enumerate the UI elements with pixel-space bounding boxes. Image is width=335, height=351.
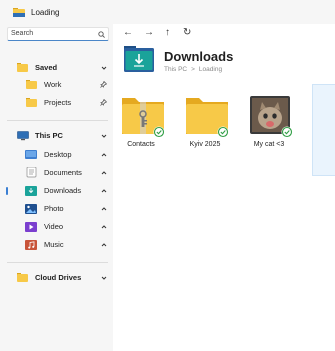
chevron-down-icon[interactable]	[101, 132, 107, 141]
search-input[interactable]: Search	[7, 27, 109, 41]
breadcrumb: This PC > Loading	[164, 66, 222, 73]
chevron-down-icon[interactable]	[101, 274, 107, 283]
section-label-this-pc: This PC	[35, 131, 63, 140]
search-placeholder: Search	[11, 30, 34, 37]
section-label-cloud-drives: Cloud Drives	[35, 273, 82, 282]
file-name: My cat <3	[253, 141, 285, 148]
sidebar-item-label: Video	[44, 222, 64, 231]
file-explorer-window: Loading Search Saved Work Projects This …	[0, 0, 335, 351]
downloads-icon	[25, 186, 37, 198]
cloud-folder-icon	[17, 273, 28, 284]
file-name: Kyiv 2025	[189, 141, 221, 148]
sidebar-item-photo[interactable]: Photo	[0, 201, 113, 217]
sidebar-item-label: Music	[44, 240, 64, 249]
breadcrumb-item[interactable]: This PC	[164, 66, 187, 73]
sidebar-item-music[interactable]: Music	[0, 237, 113, 253]
desktop-icon	[25, 150, 37, 161]
monitor-icon	[17, 131, 29, 143]
sidebar-item-label: Work	[44, 80, 62, 89]
folder-icon	[184, 94, 230, 140]
folder-icon	[13, 7, 25, 19]
sidebar-divider	[7, 262, 108, 263]
page-title: Downloads	[164, 49, 234, 64]
chevron-up-icon[interactable]	[101, 187, 107, 196]
sidebar-item-projects[interactable]: Projects	[0, 95, 113, 111]
pin-icon[interactable]	[100, 98, 108, 108]
refresh-icon[interactable]: ↻	[183, 27, 191, 38]
folder-icon	[26, 80, 37, 91]
downloads-folder-icon	[124, 46, 154, 74]
main-panel: ← → ↑ ↻ Downloads This PC > Loading Cont…	[113, 24, 335, 351]
pin-icon[interactable]	[100, 80, 108, 90]
sidebar-item-label: Desktop	[44, 150, 72, 159]
folder-icon	[26, 98, 37, 109]
file-name: Contacts	[127, 141, 155, 148]
zip-folder-icon	[120, 94, 166, 140]
sidebar-item-work[interactable]: Work	[0, 77, 113, 93]
sidebar-item-documents[interactable]: Documents	[0, 165, 113, 181]
search-icon	[98, 31, 105, 40]
up-arrow-icon[interactable]: ↑	[165, 27, 170, 38]
back-arrow-icon[interactable]: ←	[123, 27, 133, 38]
sidebar-section-cloud-drives[interactable]: Cloud Drives	[0, 270, 113, 286]
chevron-up-icon[interactable]	[101, 169, 107, 178]
photo-icon	[25, 204, 37, 216]
sidebar-item-label: Photo	[44, 204, 64, 213]
sidebar-item-video[interactable]: Video	[0, 219, 113, 235]
forward-arrow-icon[interactable]: →	[144, 27, 154, 38]
selection-indicator	[6, 187, 8, 195]
breadcrumb-separator: >	[191, 66, 195, 73]
title-bar: Loading	[0, 0, 335, 24]
image-thumbnail	[248, 94, 294, 140]
documents-icon	[25, 166, 37, 180]
sidebar-item-label: Projects	[44, 98, 72, 107]
sidebar-item-label: Downloads	[44, 186, 82, 195]
section-label-saved: Saved	[35, 63, 58, 72]
chevron-up-icon[interactable]	[101, 241, 107, 250]
window-title: Loading	[31, 8, 60, 17]
music-icon	[25, 240, 37, 252]
chevron-up-icon[interactable]	[101, 151, 107, 160]
saved-folder-icon	[17, 63, 28, 74]
chevron-down-icon[interactable]	[101, 64, 107, 73]
sidebar-item-downloads[interactable]: Downloads	[0, 183, 113, 199]
sidebar-item-label: Documents	[44, 168, 82, 177]
sidebar-section-this-pc[interactable]: This PC	[0, 128, 113, 144]
sidebar-section-saved[interactable]: Saved	[0, 60, 113, 76]
breadcrumb-item[interactable]: Loading	[199, 66, 222, 73]
chevron-up-icon[interactable]	[101, 205, 107, 214]
sidebar-divider	[7, 120, 108, 121]
chevron-up-icon[interactable]	[101, 223, 107, 232]
sidebar-item-desktop[interactable]: Desktop	[0, 147, 113, 163]
video-icon	[25, 222, 37, 234]
sidebar: Search Saved Work Projects This PC Deskt…	[0, 24, 113, 351]
loading-placeholder-tile	[312, 84, 335, 176]
